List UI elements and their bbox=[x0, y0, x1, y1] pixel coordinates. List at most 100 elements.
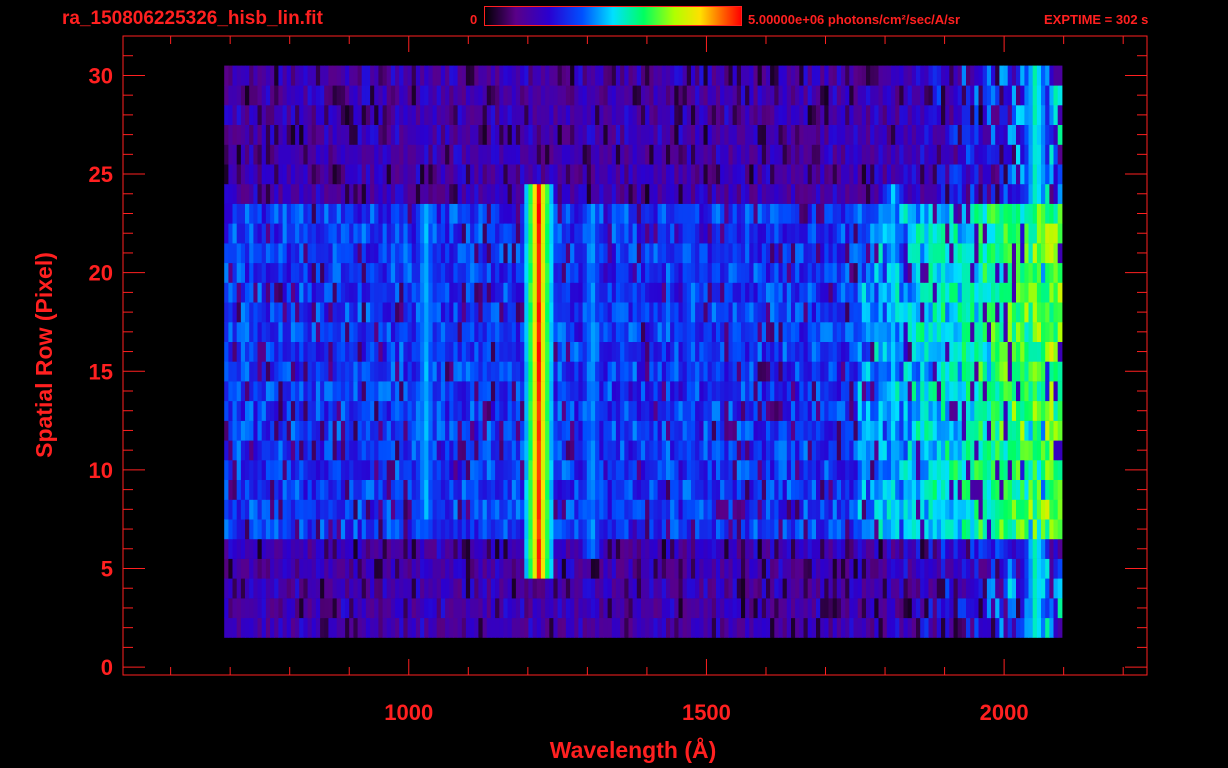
heatmap-cell bbox=[307, 361, 313, 382]
heatmap-cell bbox=[832, 578, 838, 599]
heatmap-cell bbox=[607, 479, 613, 500]
heatmap-cell bbox=[853, 598, 859, 619]
heatmap-cell bbox=[741, 578, 746, 599]
heatmap-cell bbox=[932, 519, 938, 540]
heatmap-cell bbox=[1036, 617, 1042, 638]
heatmap-cell bbox=[453, 282, 459, 303]
heatmap-cell bbox=[732, 460, 738, 480]
heatmap-cell bbox=[928, 440, 934, 461]
heatmap-cell bbox=[478, 558, 484, 579]
heatmap-cell bbox=[878, 302, 884, 323]
heatmap-cell bbox=[828, 361, 834, 382]
heatmap-cell bbox=[586, 223, 592, 244]
heatmap-cell bbox=[1049, 183, 1055, 204]
heatmap-cell bbox=[649, 617, 654, 638]
heatmap-cell bbox=[1024, 479, 1030, 500]
heatmap-cell bbox=[386, 578, 392, 599]
heatmap-cell bbox=[778, 381, 784, 402]
heatmap-cell bbox=[415, 460, 421, 480]
heatmap-cell bbox=[390, 381, 396, 402]
heatmap-cell bbox=[791, 223, 796, 244]
heatmap-cell bbox=[611, 341, 617, 362]
heatmap-cell bbox=[741, 440, 746, 461]
heatmap-cell bbox=[461, 440, 467, 461]
heatmap-cell bbox=[328, 420, 334, 441]
heatmap-cell bbox=[657, 479, 663, 500]
heatmap-cell bbox=[499, 420, 504, 441]
heatmap-cell bbox=[1003, 322, 1009, 342]
heatmap-cell bbox=[999, 400, 1005, 421]
heatmap-cell bbox=[324, 203, 329, 224]
heatmap-cell bbox=[1028, 578, 1034, 599]
heatmap-cell bbox=[249, 479, 254, 500]
heatmap-cell bbox=[895, 558, 900, 579]
heatmap-cell bbox=[565, 578, 571, 599]
heatmap-cell bbox=[461, 400, 467, 421]
heatmap-cell bbox=[390, 322, 396, 342]
heatmap-cell bbox=[261, 538, 267, 559]
heatmap-cell bbox=[253, 262, 259, 283]
heatmap-cell bbox=[311, 183, 317, 204]
heatmap-cell bbox=[561, 440, 567, 461]
heatmap-cell bbox=[411, 223, 417, 244]
heatmap-cell bbox=[390, 203, 396, 224]
heatmap-cell bbox=[474, 598, 479, 619]
heatmap-cell bbox=[386, 282, 392, 303]
heatmap-cell bbox=[349, 617, 354, 638]
heatmap-cell bbox=[461, 519, 467, 540]
heatmap-cell bbox=[532, 558, 538, 579]
heatmap-cell bbox=[482, 183, 488, 204]
heatmap-cell bbox=[520, 243, 525, 264]
heatmap-cell bbox=[440, 400, 446, 421]
heatmap-cell bbox=[778, 282, 784, 303]
heatmap-cell bbox=[549, 302, 554, 323]
heatmap-cell bbox=[961, 203, 967, 224]
heatmap-cell bbox=[836, 499, 842, 520]
heatmap-cell bbox=[565, 598, 571, 619]
heatmap-cell bbox=[770, 519, 775, 540]
heatmap-cell bbox=[582, 538, 588, 559]
heatmap-cell bbox=[261, 262, 267, 283]
heatmap-cell bbox=[311, 479, 317, 500]
heatmap-cell bbox=[282, 538, 288, 559]
heatmap-cell bbox=[845, 420, 850, 441]
heatmap-cell bbox=[545, 243, 550, 264]
heatmap-cell bbox=[828, 322, 834, 342]
heatmap-cell bbox=[1053, 381, 1059, 402]
heatmap-cell bbox=[982, 440, 988, 461]
heatmap-cell bbox=[1007, 203, 1013, 224]
heatmap-cell bbox=[811, 578, 817, 599]
heatmap-cell bbox=[1028, 322, 1034, 342]
heatmap-cell bbox=[632, 598, 638, 619]
heatmap-cell bbox=[490, 302, 496, 323]
heatmap-cell bbox=[895, 282, 900, 303]
heatmap-cell bbox=[345, 558, 350, 579]
heatmap-cell bbox=[449, 420, 454, 441]
heatmap-cell bbox=[1011, 183, 1017, 204]
heatmap-cell bbox=[995, 361, 1000, 382]
heatmap-cell bbox=[536, 361, 542, 382]
heatmap-cell bbox=[632, 400, 638, 421]
heatmap-cell bbox=[703, 361, 709, 382]
heatmap-cell bbox=[595, 302, 600, 323]
heatmap-cell bbox=[636, 381, 642, 402]
heatmap-cell bbox=[953, 538, 959, 559]
heatmap-cell bbox=[315, 144, 321, 165]
heatmap-cell bbox=[645, 598, 650, 619]
heatmap-cell bbox=[691, 262, 696, 283]
heatmap-cell bbox=[420, 144, 425, 165]
heatmap-cell bbox=[340, 381, 346, 402]
heatmap-cell bbox=[374, 282, 379, 303]
heatmap-cell bbox=[866, 183, 871, 204]
heatmap-cell bbox=[978, 617, 984, 638]
heatmap-cell bbox=[565, 164, 571, 185]
heatmap-cell bbox=[511, 400, 517, 421]
heatmap-cell bbox=[853, 519, 859, 540]
heatmap-cell bbox=[290, 460, 296, 480]
heatmap-cell bbox=[691, 400, 696, 421]
heatmap-cell bbox=[732, 381, 738, 402]
heatmap-cell bbox=[349, 322, 354, 342]
heatmap-cell bbox=[716, 598, 721, 619]
heatmap-cell bbox=[1049, 617, 1055, 638]
heatmap-cell bbox=[399, 243, 404, 264]
